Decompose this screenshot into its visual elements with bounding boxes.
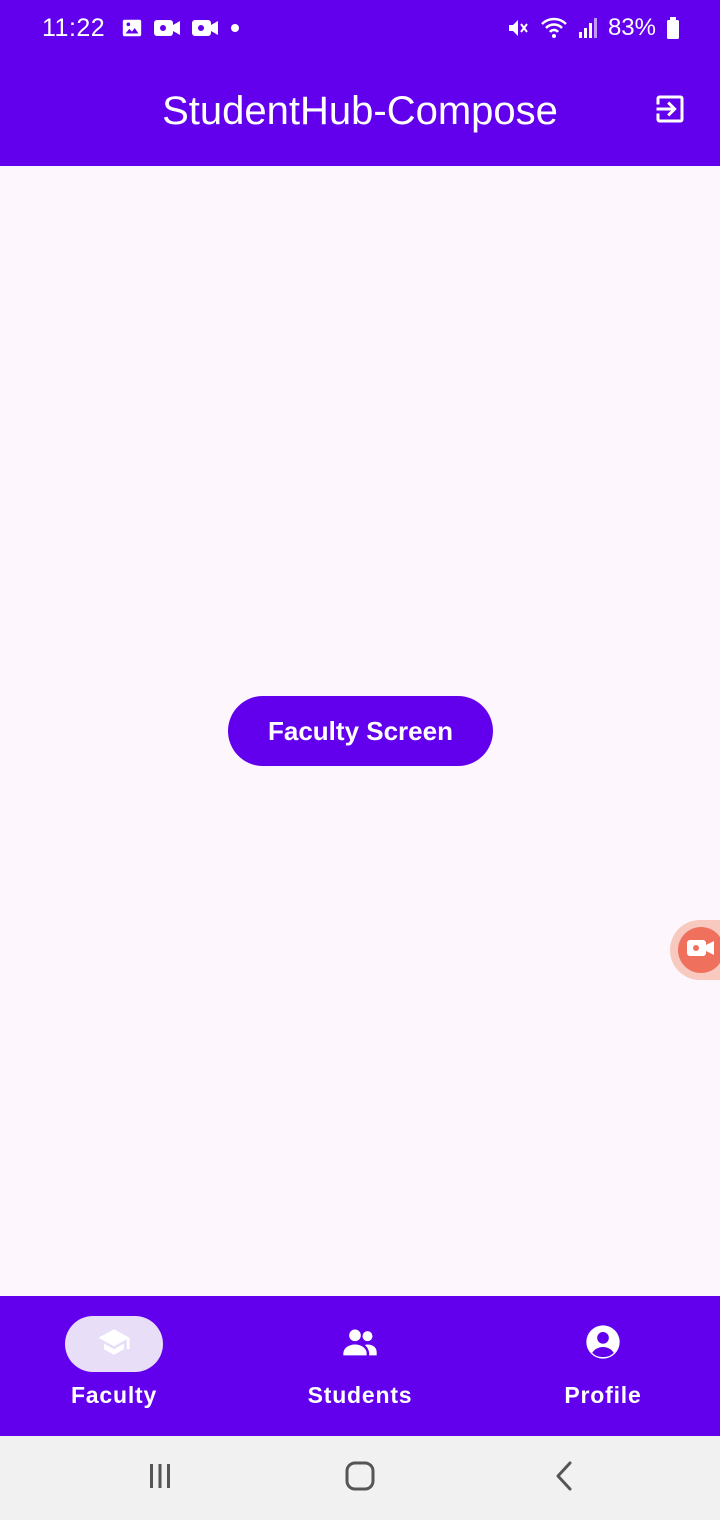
nav-label-faculty: Faculty — [70, 1382, 158, 1408]
account-circle-icon — [583, 1322, 623, 1367]
active-indicator — [65, 1316, 163, 1372]
video-camera-icon — [191, 17, 219, 39]
logout-button[interactable] — [650, 91, 690, 131]
app-screen: 11:22 83% StudentHub-Compose Faculty Scr… — [0, 0, 720, 1520]
nav-item-students[interactable]: Students — [240, 1296, 480, 1436]
content-area: Faculty Screen — [0, 166, 720, 1296]
dot-icon — [229, 22, 241, 34]
video-camera-icon — [153, 17, 181, 39]
status-left: 11:22 — [42, 14, 241, 43]
top-app-bar: StudentHub-Compose — [0, 56, 720, 166]
graduation-cap-icon — [95, 1325, 133, 1364]
nav-icon-container — [554, 1316, 652, 1372]
home-button[interactable] — [340, 1458, 380, 1498]
nav-label-students: Students — [307, 1382, 413, 1408]
status-right: 83% — [506, 14, 680, 42]
back-icon — [550, 1460, 580, 1497]
people-icon — [340, 1322, 380, 1367]
app-title: StudentHub-Compose — [162, 88, 558, 133]
home-icon — [344, 1460, 376, 1497]
status-bar: 11:22 83% — [0, 0, 720, 56]
signal-icon — [578, 17, 598, 39]
battery-icon — [666, 16, 680, 40]
recents-icon — [145, 1461, 175, 1496]
nav-item-profile[interactable]: Profile — [480, 1296, 720, 1436]
wifi-icon — [540, 16, 568, 40]
logout-icon — [652, 91, 688, 132]
system-navigation-bar — [0, 1436, 720, 1520]
screen-record-button[interactable] — [678, 927, 720, 973]
mute-icon — [506, 16, 530, 40]
image-icon — [121, 17, 143, 39]
bottom-navigation: Faculty Students Profile — [0, 1296, 720, 1436]
nav-icon-container — [311, 1316, 409, 1372]
recents-button[interactable] — [140, 1458, 180, 1498]
nav-item-faculty[interactable]: Faculty — [0, 1296, 240, 1436]
status-time: 11:22 — [42, 13, 106, 42]
nav-label-profile: Profile — [564, 1382, 642, 1408]
back-button[interactable] — [545, 1458, 585, 1498]
screen-record-icon — [686, 937, 716, 964]
battery-percent: 83% — [607, 14, 656, 41]
faculty-screen-button[interactable]: Faculty Screen — [228, 696, 493, 766]
